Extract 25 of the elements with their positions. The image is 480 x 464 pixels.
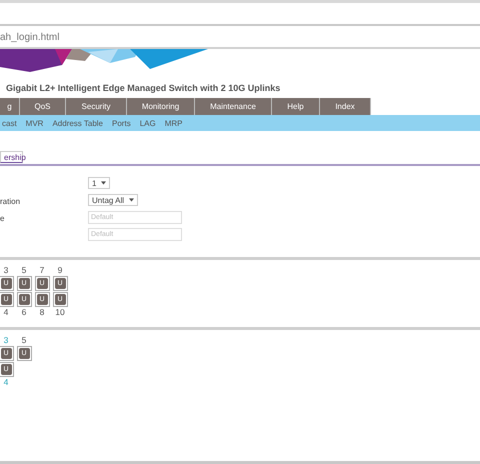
submenu-link[interactable]: Ports	[112, 118, 131, 128]
port-number: 10	[55, 308, 65, 317]
port-number: 7	[40, 266, 44, 275]
port-number: 4	[4, 378, 8, 387]
dropdown[interactable]: 1	[88, 177, 110, 189]
caret-icon	[101, 181, 106, 185]
submenu-link[interactable]: LAG	[140, 118, 156, 128]
port-number: 5	[22, 336, 26, 345]
field-label: ration	[0, 197, 20, 206]
section-tab[interactable]: ership	[0, 151, 23, 163]
port-number: 8	[40, 308, 44, 317]
submenu-link[interactable]: Address Table	[52, 118, 104, 128]
submenu-link[interactable]: MRP	[164, 118, 182, 128]
caret-icon	[129, 198, 134, 202]
submenu-link[interactable]: MVR	[26, 118, 44, 128]
field-label: e	[0, 214, 4, 223]
product-title: Gigabit L2+ Intelligent Edge Managed Switch with 2 10G Uplinks	[6, 83, 282, 93]
submenu-link[interactable]: cast	[2, 118, 17, 128]
port-number: 5	[22, 266, 26, 275]
port-number: 6	[22, 308, 26, 317]
port-number: 4	[4, 308, 8, 317]
port-number: 9	[58, 266, 62, 275]
dropdown[interactable]: Untag All	[88, 194, 138, 206]
port-number: 3	[4, 336, 8, 345]
port-number: 3	[4, 266, 8, 275]
